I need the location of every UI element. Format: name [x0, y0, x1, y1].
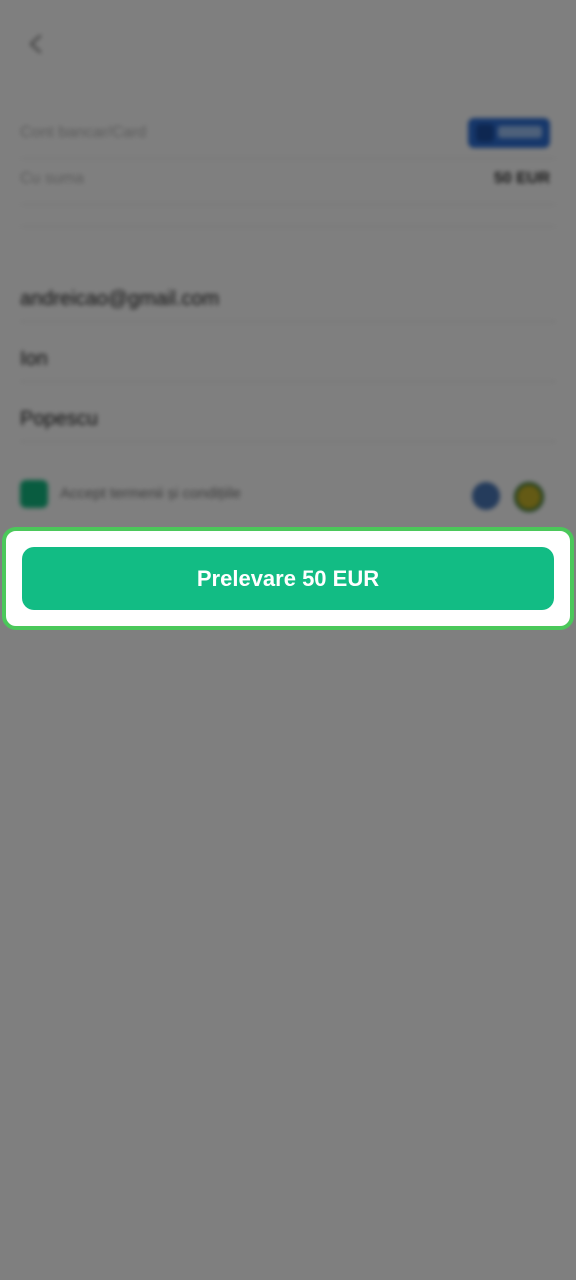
- dim-overlay: [0, 0, 576, 1280]
- withdraw-button[interactable]: Prelevare 50 EUR: [22, 547, 554, 610]
- screen: Cont bancar/Card Cu suma 50 EUR andreica…: [0, 0, 576, 1280]
